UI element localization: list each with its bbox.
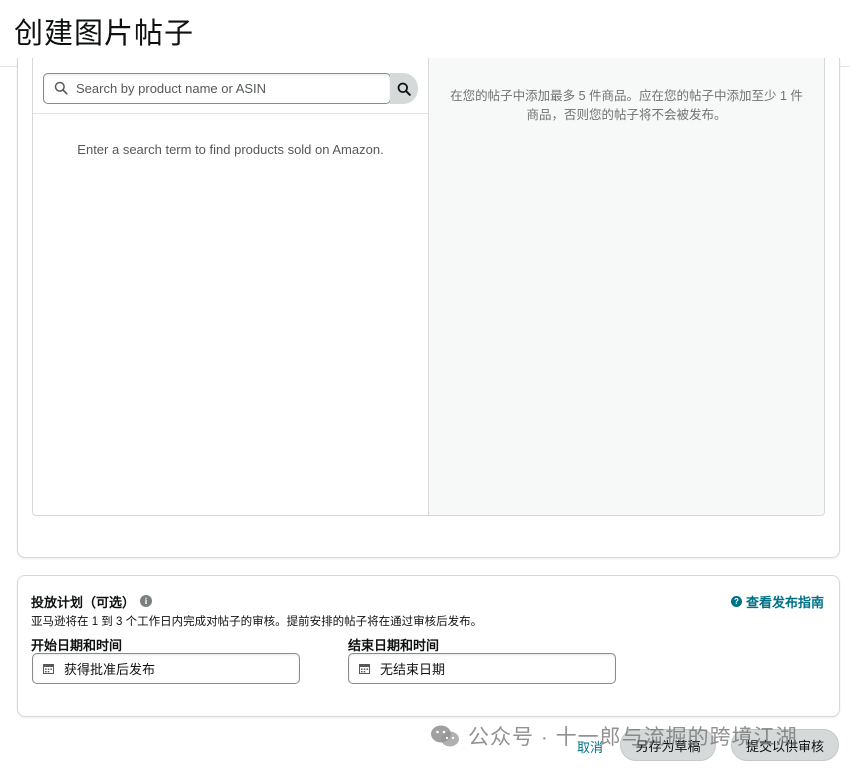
search-button[interactable] [390, 73, 418, 104]
footer-bar [0, 727, 850, 769]
submit-for-review-button[interactable]: 提交以供审核 [731, 729, 839, 761]
schedule-title: 投放计划（可选） [31, 595, 136, 610]
schedule-description: 亚马逊将在 1 到 3 个工作日内完成对帖子的审核。提前安排的帖子将在通过审核后… [31, 616, 483, 628]
end-date-field[interactable]: 无结束日期 [348, 653, 616, 684]
info-icon[interactable]: i [140, 595, 152, 607]
search-icon [54, 81, 68, 95]
start-date-value: 获得批准后发布 [64, 662, 156, 677]
search-empty-hint: Enter a search term to find products sol… [77, 142, 384, 157]
save-draft-button[interactable]: 另存为草稿 [620, 729, 716, 761]
publishing-guide-link[interactable]: ? 查看发布指南 [731, 592, 824, 611]
start-date-field[interactable]: 获得批准后发布 [32, 653, 300, 684]
start-date-label: 开始日期和时间 [31, 638, 123, 653]
picker-divider [428, 58, 429, 515]
calendar-icon [43, 663, 54, 674]
cancel-button[interactable]: 取消 [577, 737, 603, 756]
end-date-value: 无结束日期 [380, 662, 446, 677]
product-limit-note: 在您的帖子中添加最多 5 件商品。应在您的帖子中添加至少 1 件商品，否则您的帖… [450, 89, 803, 122]
search-separator [33, 113, 428, 114]
publishing-guide-label: 查看发布指南 [746, 595, 825, 610]
search-icon [397, 82, 411, 96]
help-icon: ? [731, 596, 742, 607]
calendar-icon [359, 663, 370, 674]
product-search-input[interactable] [43, 73, 391, 104]
page-title: 创建图片帖子 [14, 18, 195, 50]
end-date-label: 结束日期和时间 [348, 638, 440, 653]
